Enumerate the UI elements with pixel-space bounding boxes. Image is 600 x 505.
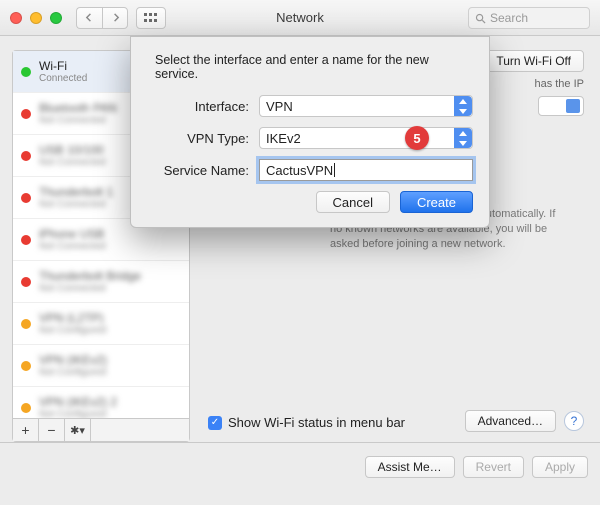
step-callout-badge: 5 [405,126,429,150]
interface-value: VPN [266,99,293,114]
chevron-up-down-icon [454,96,472,116]
sheet-prompt: Select the interface and enter a name fo… [147,53,473,81]
vpn-type-value: IKEv2 [266,131,301,146]
interface-dropdown[interactable]: VPN [259,95,473,117]
interface-label: Interface: [147,99,259,114]
vpn-type-dropdown[interactable]: IKEv2 [259,127,473,149]
chevron-up-down-icon [454,128,472,148]
service-name-input[interactable]: CactusVPN [259,159,473,181]
new-service-sheet: Select the interface and enter a name fo… [130,36,490,228]
service-name-value: CactusVPN [266,163,333,178]
vpn-type-label: VPN Type: [147,131,259,146]
create-button[interactable]: Create [400,191,473,213]
text-caret [334,163,335,177]
cancel-button[interactable]: Cancel [316,191,390,213]
service-name-label: Service Name: [147,163,259,178]
